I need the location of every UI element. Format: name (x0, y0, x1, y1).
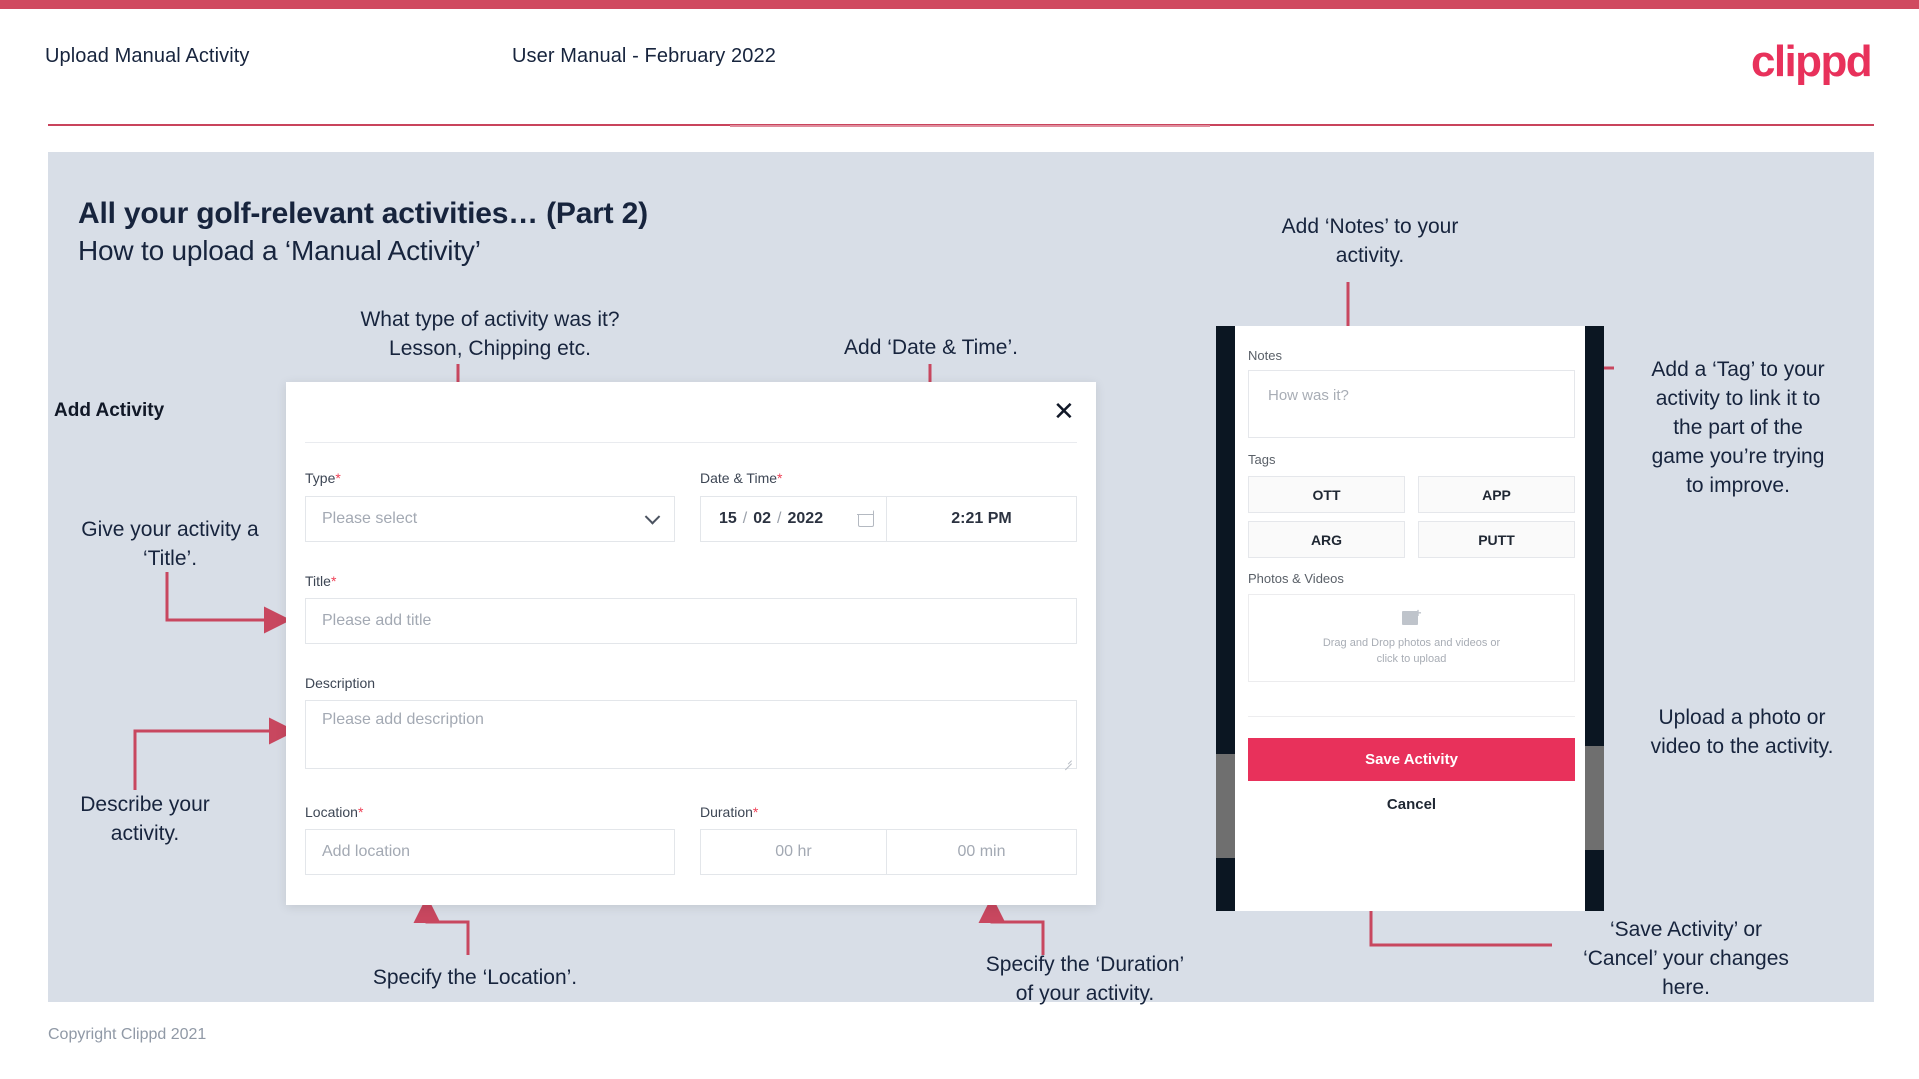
title-required-mark: * (330, 573, 337, 589)
type-placeholder: Please select (322, 510, 418, 527)
location-required-mark: * (357, 804, 364, 820)
duration-minutes-input[interactable]: 00 min (886, 829, 1077, 875)
time-input[interactable]: 2:21 PM (886, 496, 1077, 542)
duration-minutes-placeholder: 00 min (957, 843, 1006, 860)
phone-bezel-right-bottom (1585, 850, 1604, 911)
dialog-divider (305, 442, 1077, 443)
cancel-label: Cancel (1386, 796, 1437, 813)
phone-bezel-right-top (1585, 326, 1604, 746)
annotation-upload: Upload a photo or video to the activity. (1650, 706, 1834, 758)
photos-label: Photos & Videos (1248, 571, 1344, 586)
phone-bezel-right-mid (1585, 746, 1604, 850)
annotation-tags: Add a ‘Tag’ to your activity to link it … (1651, 358, 1825, 497)
header-divider-light (730, 125, 1210, 127)
page-subtitle: How to upload a ‘Manual Activity’ (78, 235, 481, 266)
datetime-required-mark: * (777, 470, 783, 486)
clippd-logo: clippd (1751, 37, 1873, 86)
duration-hours-placeholder: 00 hr (775, 843, 812, 860)
save-activity-button[interactable]: Save Activity (1248, 738, 1575, 781)
location-label: Location* (305, 804, 364, 820)
date-month: 02 (753, 510, 772, 527)
time-value: 2:21 PM (951, 510, 1012, 527)
top-accent-bar (0, 0, 1919, 9)
tag-app-label: APP (1482, 486, 1511, 503)
footer-copyright: Copyright Clippd 2021 (48, 1026, 207, 1043)
date-day: 15 (719, 510, 737, 527)
date-sep-1: / (742, 510, 748, 527)
dialog-title: Add Activity (54, 400, 165, 421)
duration-label: Duration* (700, 804, 759, 820)
phone-screen: Notes How was it? Tags OTT APP ARG PUTT … (1235, 326, 1585, 911)
title-input[interactable]: Please add title (305, 598, 1077, 644)
date-year: 2022 (787, 510, 824, 527)
annotation-save-cancel: ‘Save Activity’ or ‘Cancel’ your changes… (1583, 918, 1789, 999)
page-title: All your golf-relevant activities… (Part… (78, 197, 648, 230)
title-placeholder: Please add title (322, 612, 432, 629)
annotation-description: Describe your activity. (80, 793, 210, 845)
annotation-title: Give your activity a ‘Title’. (81, 518, 259, 570)
phone-divider (1248, 716, 1575, 717)
annotation-datetime: Add ‘Date & Time’. (844, 336, 1018, 359)
phone-bezel-left-mid (1216, 754, 1235, 858)
tags-label: Tags (1248, 452, 1276, 467)
slide-page: Upload Manual Activity User Manual - Feb… (0, 0, 1919, 1079)
notes-label: Notes (1248, 348, 1282, 363)
duration-hours-input[interactable]: 00 hr (700, 829, 886, 875)
description-placeholder: Please add description (322, 711, 484, 728)
tag-ott[interactable]: OTT (1248, 476, 1405, 513)
image-add-icon: + (1401, 607, 1422, 626)
photo-dropzone[interactable]: + Drag and Drop photos and videos or cli… (1248, 594, 1575, 682)
tag-putt-label: PUTT (1478, 531, 1515, 548)
header-title: Upload Manual Activity (45, 45, 250, 67)
title-label: Title* (305, 573, 337, 589)
date-sep-2: / (777, 510, 782, 527)
save-activity-label: Save Activity (1365, 751, 1458, 768)
dropzone-line2: click to upload (1376, 653, 1447, 665)
tag-ott-label: OTT (1312, 486, 1341, 503)
annotation-duration: Specify the ‘Duration’ of your activity. (985, 953, 1185, 1005)
notes-placeholder: How was it? (1268, 387, 1349, 404)
annotation-notes: Add ‘Notes’ to your activity. (1281, 215, 1459, 267)
annotation-type: What type of activity was it? Lesson, Ch… (360, 308, 620, 360)
close-icon[interactable]: ✕ (1053, 398, 1075, 424)
cancel-button[interactable]: Cancel (1248, 796, 1575, 813)
resize-handle-icon[interactable] (1063, 756, 1072, 765)
phone-bezel-left-bottom (1216, 858, 1235, 911)
date-input[interactable]: 15 / 02 / 2022 (700, 496, 886, 542)
description-textarea[interactable]: Please add description (305, 700, 1077, 769)
chevron-down-icon (644, 509, 661, 525)
dropzone-line1: Drag and Drop photos and videos or (1322, 637, 1501, 649)
location-input[interactable]: Add location (305, 829, 675, 875)
phone-bezel-left-top (1216, 326, 1235, 754)
datetime-label: Date & Time* (700, 470, 783, 486)
duration-required-mark: * (752, 804, 759, 820)
location-placeholder: Add location (322, 843, 411, 860)
type-required-mark: * (335, 470, 341, 486)
notes-input[interactable] (1248, 370, 1575, 438)
tag-arg-label: ARG (1310, 531, 1343, 548)
tag-arg[interactable]: ARG (1248, 521, 1405, 558)
description-label: Description (305, 675, 376, 691)
tag-putt[interactable]: PUTT (1418, 521, 1575, 558)
type-select[interactable]: Please select (305, 496, 675, 542)
type-label: Type* (305, 470, 341, 486)
annotation-location: Specify the ‘Location’. (372, 966, 578, 989)
header-subtitle: User Manual - February 2022 (512, 45, 776, 67)
calendar-icon[interactable] (857, 510, 874, 527)
tag-app[interactable]: APP (1418, 476, 1575, 513)
